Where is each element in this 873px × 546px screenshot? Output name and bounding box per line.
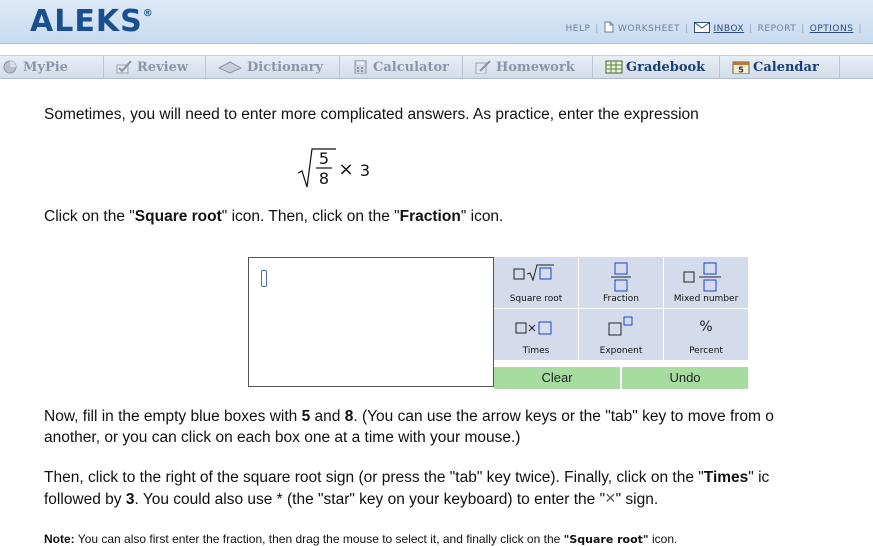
note-text: Note: You can also first enter the fract… (44, 532, 678, 546)
target-expression: 5 8 × 3 (296, 143, 386, 193)
mixed-number-icon (683, 262, 721, 292)
square-root-button[interactable]: Square root (494, 257, 579, 309)
clear-button[interactable]: Clear (494, 367, 621, 389)
tab-mypie[interactable]: MyPie (0, 56, 104, 78)
svg-text:3: 3 (360, 161, 370, 180)
percent-button[interactable]: % Percent (664, 309, 749, 361)
inbox-link[interactable]: INBOX (714, 24, 745, 34)
tab-bar: MyPie Review Dictionary Calculator Homew… (0, 55, 873, 79)
tab-calendar[interactable]: 5 Calendar (720, 56, 840, 78)
tab-dictionary[interactable]: Dictionary (206, 56, 340, 78)
pencil-paper-icon (475, 60, 491, 75)
undo-button[interactable]: Undo (622, 367, 749, 389)
help-link[interactable]: HELP (566, 24, 591, 34)
text-cursor (261, 270, 267, 287)
times-symbol: × (605, 488, 616, 508)
svg-text:×: × (338, 159, 353, 180)
gradebook-icon (605, 60, 623, 74)
tab-homework[interactable]: Homework (463, 56, 593, 78)
square-root-icon (513, 264, 554, 282)
tab-review[interactable]: Review (104, 56, 206, 78)
app-header: ALEKS® HELP | WORKSHEET | INBOX | REPORT… (0, 0, 873, 44)
calendar-icon: 5 (732, 60, 750, 75)
calculator-icon (352, 59, 368, 75)
options-link[interactable]: OPTIONS (810, 24, 854, 34)
percent-icon: % (699, 319, 713, 335)
tab-calculator[interactable]: Calculator (340, 56, 463, 78)
document-icon (604, 21, 614, 36)
report-link[interactable]: REPORT (758, 24, 797, 34)
fraction-button[interactable]: Fraction (579, 257, 664, 309)
worksheet-link[interactable]: WORKSHEET (618, 24, 680, 34)
top-links: HELP | WORKSHEET | INBOX | REPORT | OPTI… (566, 21, 867, 36)
times-icon (515, 321, 552, 335)
instruction-square-root: Click on the "Square root" icon. Then, c… (44, 208, 504, 225)
instruction-fill-boxes: Now, fill in the empty blue boxes with 5… (44, 408, 774, 446)
exponent-icon (608, 316, 633, 336)
aleks-logo: ALEKS® (30, 4, 154, 39)
mixed-number-button[interactable]: Mixed number (664, 257, 749, 309)
svg-text:5: 5 (738, 66, 744, 75)
tab-gradebook[interactable]: Gradebook (593, 56, 720, 78)
envelope-icon (693, 21, 710, 36)
pie-icon (2, 60, 18, 74)
exponent-button[interactable]: Exponent (579, 309, 664, 361)
instruction-times: Then, click to the right of the square r… (44, 469, 770, 508)
math-palette: Square root Fraction Mixed number Times (494, 257, 749, 389)
book-icon (217, 60, 243, 74)
svg-text:5: 5 (319, 149, 329, 168)
fraction-icon (611, 262, 631, 292)
intro-text: Sometimes, you will need to enter more c… (44, 106, 699, 123)
svg-text:8: 8 (319, 169, 329, 188)
checkmark-icon (116, 60, 132, 74)
answer-input-area[interactable] (248, 257, 494, 387)
times-button[interactable]: Times (494, 309, 579, 361)
